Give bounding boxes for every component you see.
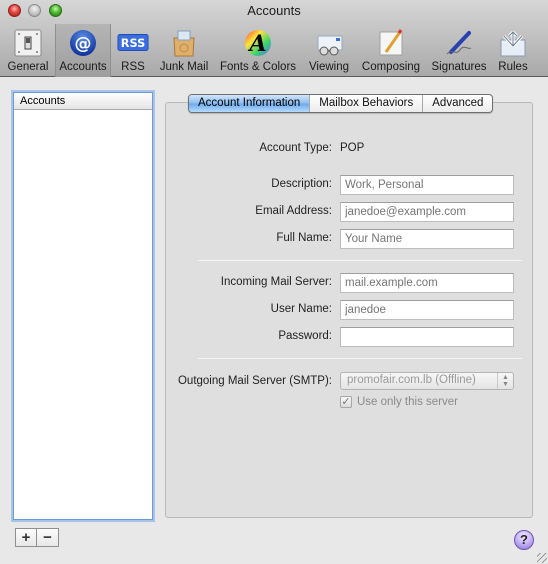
remove-account-button[interactable]: − <box>37 528 59 547</box>
use-only-server-label: Use only this server <box>357 396 458 408</box>
rss-icon: RSS <box>117 27 149 59</box>
toolbar-label: Accounts <box>59 61 107 73</box>
preferences-toolbar: General @ Accounts RSS RSS Junk Mail A F… <box>0 24 548 77</box>
popup-arrows-icon: ▲ ▼ <box>497 373 513 389</box>
user-name-label: User Name: <box>270 303 332 315</box>
account-buttons: + − <box>15 528 59 547</box>
at-sign-icon: @ <box>67 27 99 59</box>
tab-mailbox-behaviors[interactable]: Mailbox Behaviors <box>310 95 424 112</box>
tab-advanced[interactable]: Advanced <box>423 95 492 112</box>
user-name-input[interactable] <box>340 300 514 320</box>
toolbar-item-fonts-colors[interactable]: A Fonts & Colors <box>216 24 300 77</box>
description-row: Description: <box>166 175 532 195</box>
toolbar-label: RSS <box>121 61 145 73</box>
account-type-value: POP <box>340 142 365 154</box>
incoming-server-row: Incoming Mail Server: <box>166 273 532 293</box>
use-only-server-option[interactable]: ✓ Use only this server <box>340 396 458 408</box>
full-name-label: Full Name: <box>276 232 332 244</box>
toolbar-item-general[interactable]: General <box>4 24 52 77</box>
junk-mail-bag-icon <box>168 27 200 59</box>
full-name-input[interactable] <box>340 229 514 249</box>
composing-pencil-icon <box>375 27 407 59</box>
outgoing-server-label: Outgoing Mail Server (SMTP): <box>177 375 332 387</box>
rules-arrows-icon <box>497 27 529 59</box>
toolbar-item-viewing[interactable]: Viewing <box>304 24 354 77</box>
fonts-colors-icon: A <box>242 27 274 59</box>
viewing-glasses-icon <box>313 27 345 59</box>
add-account-button[interactable]: + <box>15 528 37 547</box>
window-title: Accounts <box>247 3 301 18</box>
toolbar-label: General <box>7 61 49 73</box>
signature-pen-icon <box>443 27 475 59</box>
tab-account-information[interactable]: Account Information <box>189 95 311 112</box>
password-input[interactable] <box>340 327 514 347</box>
separator <box>198 358 522 359</box>
password-row: Password: <box>166 327 532 347</box>
description-label: Description: <box>271 178 332 190</box>
svg-text:@: @ <box>75 34 92 54</box>
toolbar-label: Junk Mail <box>159 61 209 73</box>
outgoing-server-row: Outgoing Mail Server (SMTP): promofair.c… <box>166 372 532 392</box>
toolbar-item-composing[interactable]: Composing <box>358 24 424 77</box>
toolbar-label: Fonts & Colors <box>219 61 297 73</box>
accounts-list-header[interactable]: Accounts <box>14 93 152 110</box>
full-name-row: Full Name: <box>166 229 532 249</box>
accounts-preferences-window: Accounts General @ Accounts RSS RSS Junk… <box>0 0 548 564</box>
resize-grip[interactable] <box>537 553 547 563</box>
incoming-server-input[interactable] <box>340 273 514 293</box>
email-row: Email Address: <box>166 202 532 222</box>
use-only-server-checkbox[interactable]: ✓ <box>340 396 352 408</box>
toolbar-item-junk-mail[interactable]: Junk Mail <box>156 24 212 77</box>
toolbar-item-signatures[interactable]: Signatures <box>428 24 490 77</box>
toolbar-label: Composing <box>361 61 421 73</box>
user-name-row: User Name: <box>166 300 532 320</box>
email-input[interactable] <box>340 202 514 222</box>
description-input[interactable] <box>340 175 514 195</box>
account-type-label: Account Type: <box>259 142 332 154</box>
settings-tabs: Account Information Mailbox Behaviors Ad… <box>188 94 494 113</box>
email-label: Email Address: <box>255 205 332 217</box>
toolbar-label: Signatures <box>431 61 487 73</box>
light-switch-icon <box>12 27 44 59</box>
outgoing-server-popup[interactable]: promofair.com.lb (Offline) ▲ ▼ <box>340 372 514 390</box>
toolbar-item-rss[interactable]: RSS RSS <box>114 24 152 77</box>
titlebar-toolbar: Accounts General @ Accounts RSS RSS Junk… <box>0 0 548 77</box>
toolbar-item-rules[interactable]: Rules <box>494 24 532 77</box>
outgoing-server-selected: promofair.com.lb (Offline) <box>347 374 476 386</box>
separator <box>198 260 522 261</box>
account-type-row: Account Type: POP <box>166 139 532 159</box>
toolbar-label: Rules <box>498 61 528 73</box>
help-button[interactable]: ? <box>514 530 534 550</box>
password-label: Password: <box>278 330 332 342</box>
toolbar-item-accounts[interactable]: @ Accounts <box>55 24 111 77</box>
incoming-server-label: Incoming Mail Server: <box>220 276 332 288</box>
accounts-list[interactable]: Accounts <box>13 92 153 520</box>
toolbar-label: Viewing <box>308 61 350 73</box>
svg-text:RSS: RSS <box>121 37 145 50</box>
svg-text:A: A <box>247 31 266 57</box>
